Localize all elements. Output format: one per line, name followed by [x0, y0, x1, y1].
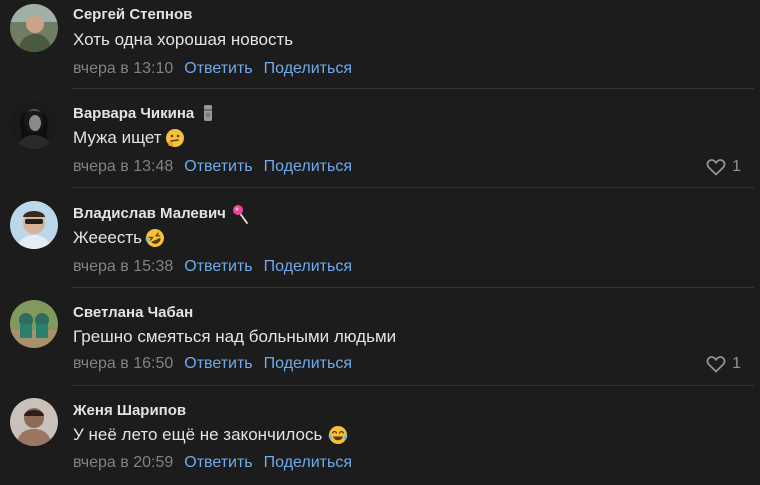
comment-meta: вчера в 13:10 Ответить Поделиться: [73, 60, 352, 78]
comment-text-body: Грешно смеяться над больными людьми: [73, 327, 397, 346]
moai-statue-icon: [200, 104, 216, 122]
avatar[interactable]: [10, 201, 58, 249]
lollipop-icon: [232, 204, 248, 224]
comment-date[interactable]: вчера в 16:50: [73, 355, 173, 373]
comment-date[interactable]: вчера в 13:48: [73, 158, 173, 176]
reply-button[interactable]: Ответить: [184, 60, 252, 78]
thinking-face-icon: [165, 128, 185, 148]
avatar[interactable]: [10, 300, 58, 348]
comment-item: Светлана Чабан Грешно смеяться над больн…: [0, 287, 760, 386]
share-button[interactable]: Поделиться: [264, 258, 352, 276]
share-button[interactable]: Поделиться: [264, 60, 352, 78]
comment-meta: вчера в 16:50 Ответить Поделиться: [73, 355, 352, 373]
reply-button[interactable]: Ответить: [184, 158, 252, 176]
comments-list: Сергей Степнов Хоть одна хорошая новость…: [0, 0, 760, 485]
divider: [72, 88, 754, 89]
author-row: Варвара Чикина: [73, 103, 216, 123]
avatar[interactable]: [10, 101, 58, 149]
share-button[interactable]: Поделиться: [264, 158, 352, 176]
comment-item: Сергей Степнов Хоть одна хорошая новость…: [0, 0, 760, 99]
author-row: Сергей Степнов: [73, 4, 192, 24]
comment-text: Грешно смеяться над больными людьми: [73, 327, 396, 347]
comment-text-body: Жееесть: [73, 228, 142, 247]
like-button[interactable]: 1: [706, 355, 741, 373]
avatar[interactable]: [10, 4, 58, 52]
comment-item: Женя Шарипов У неё лето ещё не закончило…: [0, 385, 760, 484]
like-count: 1: [732, 158, 741, 175]
comment-text-body: У неё лето ещё не закончилось: [73, 425, 323, 444]
comment-meta: вчера в 20:59 Ответить Поделиться: [73, 454, 352, 472]
author-row: Владислав Малевич: [73, 203, 248, 224]
comment-date[interactable]: вчера в 20:59: [73, 454, 173, 472]
share-button[interactable]: Поделиться: [264, 355, 352, 373]
divider: [72, 385, 754, 386]
comment-date[interactable]: вчера в 15:38: [73, 258, 173, 276]
reply-button[interactable]: Ответить: [184, 258, 252, 276]
reply-button[interactable]: Ответить: [184, 454, 252, 472]
author-name[interactable]: Сергей Степнов: [73, 6, 192, 23]
divider: [72, 287, 754, 288]
comment-item: Владислав Малевич Жееесть вчера в 15:38 …: [0, 187, 760, 286]
avatar[interactable]: [10, 398, 58, 446]
comment-text-body: Хоть одна хорошая новость: [73, 30, 294, 49]
author-name[interactable]: Женя Шарипов: [73, 402, 186, 419]
tears-of-joy-face-icon: [328, 425, 348, 445]
author-name[interactable]: Варвара Чикина: [73, 105, 194, 122]
like-count: 1: [732, 355, 741, 372]
comment-date[interactable]: вчера в 13:10: [73, 60, 173, 78]
like-button[interactable]: 1: [706, 158, 741, 176]
author-row: Женя Шарипов: [73, 400, 186, 420]
comment-text: У неё лето ещё не закончилось: [73, 425, 348, 445]
reply-button[interactable]: Ответить: [184, 355, 252, 373]
author-name[interactable]: Светлана Чабан: [73, 304, 193, 321]
author-name[interactable]: Владислав Малевич: [73, 205, 226, 222]
comment-text: Хоть одна хорошая новость: [73, 30, 293, 50]
rofl-face-icon: [145, 228, 165, 248]
comment-meta: вчера в 13:48 Ответить Поделиться: [73, 158, 352, 176]
heart-icon: [706, 356, 726, 373]
heart-icon: [706, 159, 726, 176]
share-button[interactable]: Поделиться: [264, 454, 352, 472]
comment-text: Мужа ищет: [73, 128, 185, 148]
divider: [72, 187, 754, 188]
author-row: Светлана Чабан: [73, 302, 193, 322]
comment-text-body: Мужа ищет: [73, 128, 162, 147]
comment-text: Жееесть: [73, 228, 165, 248]
comment-item: Варвара Чикина Мужа ищет вчера в 13:48 О…: [0, 88, 760, 187]
comment-meta: вчера в 15:38 Ответить Поделиться: [73, 258, 352, 276]
